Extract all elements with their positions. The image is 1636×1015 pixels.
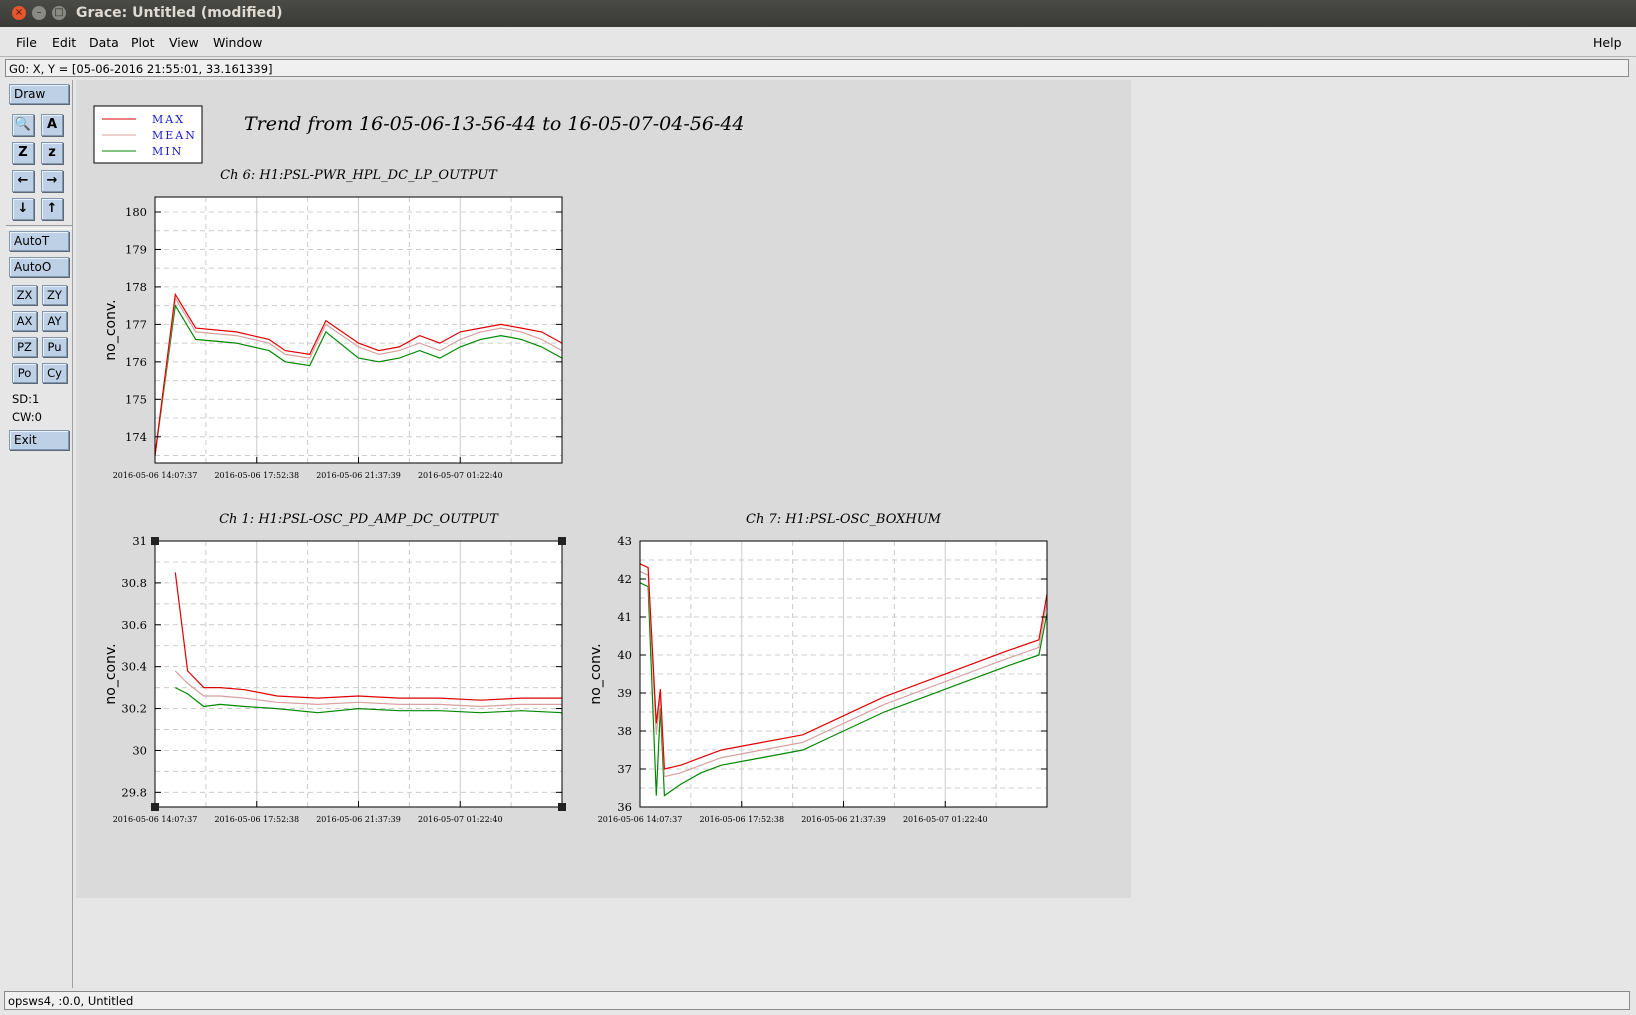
x-tick-label: 2016-05-06 17:52:38 [699,815,784,824]
y-tick-label: 176 [125,355,147,369]
y-tick-label: 40 [617,648,632,662]
canvas-area[interactable]: MAX MEAN MIN Trend from 16-05-06-13-56-4… [76,80,1630,988]
legend-label-max: MAX [152,113,185,126]
status-bar: opsws4, :0.0, Untitled [4,991,1630,1010]
y-tick-label: 30.2 [121,702,147,716]
main-title: Trend from 16-05-06-13-56-44 to 16-05-07… [244,113,745,135]
y-tick-label: 43 [617,534,632,548]
chart-title: Ch 7: H1:PSL-OSC_BOXHUM [746,512,942,527]
draw-button[interactable]: Draw [9,84,69,104]
y-tick-label: 41 [617,610,632,624]
selection-handle[interactable] [151,803,159,811]
menu-plot[interactable]: Plot [131,35,155,50]
y-axis-label: no_conv. [588,643,604,704]
chart-title: Ch 1: H1:PSL-OSC_PD_AMP_DC_OUTPUT [219,512,499,527]
chart-3[interactable]: 36 37 38 39 40 41 42 43 2016-05-06 14:07:37 2016-… [588,512,1048,824]
ay-button[interactable]: AY [42,311,67,331]
arrow-up-icon[interactable]: ↑ [41,198,63,220]
y-tick-label: 42 [617,572,632,586]
legend[interactable]: MAX MEAN MIN [93,105,203,164]
y-tick-label: 29.8 [121,785,147,799]
menu-help[interactable]: Help [1593,35,1622,50]
y-tick-label: 31 [132,534,147,548]
window-titlebar: × – □ Grace: Untitled (modified) [0,0,1636,27]
chart-1[interactable]: 174 175 176 177 178 179 180 2016-05-06 14:07:37… [103,168,563,480]
po-button[interactable]: Po [12,363,37,383]
x-tick-label: 2016-05-06 17:52:38 [214,471,299,480]
graphs-group: 174 175 176 177 178 179 180 2016-05-06 14:07:37… [103,168,1048,824]
plot-canvas[interactable]: MAX MEAN MIN Trend from 16-05-06-13-56-4… [76,80,1131,898]
plots-svg[interactable]: MAX MEAN MIN Trend from 16-05-06-13-56-4… [76,80,1131,898]
selection-handle[interactable] [151,537,159,545]
legend-label-mean: MEAN [152,129,197,142]
y-tick-label: 30.6 [121,618,147,632]
x-tick-label: 2016-05-07 01:22:40 [903,815,988,824]
x-tick-label: 2016-05-06 14:07:37 [113,815,198,824]
selection-handle[interactable] [558,537,566,545]
y-tick-label: 30.4 [121,660,147,674]
x-tick-label: 2016-05-06 21:37:39 [316,815,401,824]
autot-button[interactable]: AutoT [9,231,69,251]
arrow-left-icon[interactable]: ← [12,170,34,192]
legend-label-min: MIN [152,145,183,158]
autoo-button[interactable]: AutoO [9,257,69,277]
y-tick-label: 36 [617,800,632,814]
zx-button[interactable]: ZX [12,285,37,305]
y-axis-label: no_conv. [103,643,119,704]
text-tool-icon[interactable]: A [41,114,63,136]
window-title: Grace: Untitled (modified) [76,5,283,21]
menu-window[interactable]: Window [213,35,262,50]
tool-panel: Draw 🔍 A Z z ← → ↓ ↑ AutoT AutoO ZX ZY A… [4,80,73,988]
x-tick-label: 2016-05-06 21:37:39 [316,471,401,480]
y-tick-label: 37 [617,762,632,776]
x-tick-label: 2016-05-06 14:07:37 [598,815,683,824]
chart-2[interactable]: 29.8 30 30.2 30.4 30.6 30.8 31 2016-05-06 14:07… [103,512,566,824]
menubar: File Edit Data Plot View Window Help [0,30,1636,57]
arrow-right-icon[interactable]: → [41,170,63,192]
arrow-down-icon[interactable]: ↓ [12,198,34,220]
x-tick-label: 2016-05-07 01:22:40 [418,815,503,824]
pu-button[interactable]: Pu [42,337,67,357]
zoom-in-icon[interactable]: Z [12,142,34,164]
zoom-out-icon[interactable]: z [41,142,63,164]
menu-edit[interactable]: Edit [52,35,76,50]
x-tick-label: 2016-05-06 14:07:37 [113,471,198,480]
chart-title: Ch 6: H1:PSL-PWR_HPL_DC_LP_OUTPUT [220,168,498,183]
x-tick-label: 2016-05-06 17:52:38 [214,815,299,824]
y-tick-label: 179 [125,242,147,256]
y-tick-label: 177 [125,317,147,331]
zoom-icon[interactable]: 🔍 [12,114,34,136]
menu-view[interactable]: View [169,35,199,50]
coordinate-readout: G0: X, Y = [05-06-2016 21:55:01, 33.1613… [5,59,1629,77]
cy-button[interactable]: Cy [42,363,67,383]
pz-button[interactable]: PZ [12,337,37,357]
y-tick-label: 30.8 [121,576,147,590]
minimize-icon[interactable]: – [32,6,46,20]
toolbar-separator [6,225,72,229]
x-tick-label: 2016-05-06 21:37:39 [801,815,886,824]
menu-file[interactable]: File [16,35,37,50]
y-axis-label: no_conv. [103,299,119,360]
x-tick-label: 2016-05-07 01:22:40 [418,471,503,480]
selection-handle[interactable] [558,803,566,811]
menu-data[interactable]: Data [89,35,119,50]
maximize-icon[interactable]: □ [52,6,66,20]
close-icon[interactable]: × [12,6,26,20]
y-tick-label: 30 [132,743,147,757]
y-tick-label: 39 [617,686,632,700]
zy-button[interactable]: ZY [42,285,67,305]
sd-label: SD:1 [12,392,40,406]
y-tick-label: 175 [125,392,147,406]
y-tick-label: 180 [125,205,147,219]
y-tick-label: 174 [125,430,147,444]
y-tick-label: 38 [617,724,632,738]
ax-button[interactable]: AX [12,311,37,331]
y-tick-label: 178 [125,280,147,294]
cw-label: CW:0 [12,410,42,424]
exit-button[interactable]: Exit [9,430,69,450]
